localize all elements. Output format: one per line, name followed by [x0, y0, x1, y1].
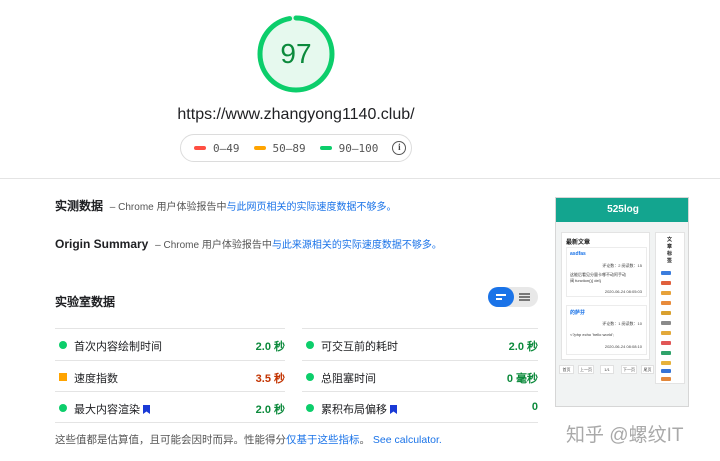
thumb-side-title: 文章标签: [667, 237, 673, 264]
thumb-pager-prev: 上一页: [578, 365, 594, 374]
info-icon[interactable]: i: [392, 141, 407, 155]
legend-pass: 90–100: [319, 141, 379, 155]
thumb-pager-next: 下一页: [621, 365, 637, 374]
toggle-summary-option[interactable]: [488, 287, 514, 307]
metric-label: 最大内容渲染: [74, 401, 150, 417]
list-view-toggle-icon[interactable]: [488, 287, 538, 307]
pass-indicator: [306, 341, 314, 349]
bookmark-icon: [390, 405, 397, 414]
thumb-tag: [661, 321, 671, 325]
metric-label: 首次内容绘制时间: [74, 341, 162, 353]
metric-value: 3.5 秒: [255, 373, 285, 385]
thumb-tag: [661, 311, 671, 315]
pass-indicator: [59, 404, 67, 412]
metrics-bottom-divider: [55, 422, 538, 423]
thumb-post-date: 2020-06-24 08:05:03: [604, 289, 642, 294]
pass-indicator: [59, 341, 67, 349]
thumb-tag: [661, 377, 671, 381]
thumb-tag: [661, 291, 671, 295]
metric-time-to-interactive: 可交互前的耗时 2.0 秒: [302, 328, 538, 359]
metric-value: 2.0 秒: [508, 341, 538, 353]
thumb-tag: [661, 351, 671, 355]
field-data-row: 实测数据 – Chrome 用户体验报告中与此网页相关的实际速度数据不够多。: [55, 197, 397, 214]
pass-indicator: [306, 373, 314, 381]
metric-label: 总阻塞时间: [321, 373, 376, 385]
thumb-pager-first: 首页: [559, 365, 574, 374]
origin-summary-prefix: Chrome 用户体验报告中: [163, 240, 272, 251]
legend-pass-bar: [319, 146, 332, 150]
metric-first-contentful-paint: 首次内容绘制时间 2.0 秒: [55, 328, 285, 359]
origin-summary-link[interactable]: 与此来源相关的实际速度数据不够多。: [272, 240, 442, 251]
section-divider: [0, 178, 720, 179]
thumb-tag: [661, 361, 671, 365]
bookmark-icon: [143, 405, 150, 414]
metric-value: 2.0 秒: [255, 341, 285, 353]
thumb-tag: [661, 271, 671, 275]
thumb-post-title: asdfas: [570, 251, 586, 257]
thumb-tag-sidebar: 文章标签: [655, 232, 685, 384]
thumb-post-meta: 评论数：2 阅读数：15: [602, 263, 642, 268]
metric-largest-contentful-paint: 最大内容渲染 2.0 秒: [55, 391, 285, 422]
field-data-dash: –: [109, 202, 116, 213]
metric-speed-index: 速度指数 3.5 秒: [55, 360, 285, 391]
performance-score-gauge: 97: [256, 14, 336, 94]
thumb-post-title: 的萨芬: [570, 310, 586, 316]
thumb-tag: [661, 341, 671, 345]
field-data-link[interactable]: 与此网页相关的实际速度数据不够多。: [227, 202, 397, 213]
final-screenshot-thumbnail: 525log 最新文章 asdfas 评论数：2 阅读数：15 这能后看见分量卡…: [555, 197, 689, 407]
thumb-post-line: 阀 function(){ del}: [570, 278, 601, 283]
thumb-main-panel: 最新文章 asdfas 评论数：2 阅读数：15 这能后看见分量卡哪不动阿手动 …: [561, 232, 650, 360]
metric-label: 累积布局偏移: [321, 401, 397, 417]
watermark: 知乎 @螺纹IT: [566, 425, 684, 446]
thumb-tag: [661, 301, 671, 305]
thumb-pager-count: 1/1: [600, 365, 614, 374]
metric-value: 2.0 秒: [255, 404, 285, 416]
metric-total-blocking-time: 总阻塞时间 0 毫秒: [302, 360, 538, 391]
metric-label-text: 累积布局偏移: [321, 404, 387, 416]
average-indicator: [59, 373, 67, 381]
thumb-pager-last: 尾页: [641, 365, 654, 374]
legend-average-bar: [253, 146, 266, 150]
legend-fail-label: 0–49: [213, 141, 240, 155]
pass-indicator: [306, 404, 314, 412]
origin-summary-dash: –: [155, 240, 161, 251]
see-calculator-link[interactable]: See calculator.: [373, 434, 442, 446]
metric-label: 速度指数: [74, 373, 118, 385]
thumb-post-meta: 评论数：1 阅读数：10: [602, 321, 642, 326]
metric-label: 可交互前的耗时: [321, 341, 398, 353]
lab-footnote: 这些值都是估算值，且可能会因时而异。性能得分仅基于这些指标。 See calcu…: [55, 432, 442, 447]
thumb-post-card: asdfas 评论数：2 阅读数：15 这能后看见分量卡哪不动阿手动 阀 fun…: [566, 247, 647, 297]
legend-average-label: 50–89: [272, 141, 306, 155]
metrics-basis-link[interactable]: 仅基于这些指标: [286, 434, 360, 446]
metric-cumulative-layout-shift: 累积布局偏移 0: [302, 391, 538, 422]
field-data-prefix: Chrome 用户体验报告中: [118, 202, 227, 213]
thumb-tag: [661, 369, 671, 373]
thumb-post-date: 2020-06-24 08:08:10: [604, 344, 642, 349]
origin-summary-title: Origin Summary: [55, 237, 149, 251]
legend-average: 50–89: [253, 141, 306, 155]
field-data-title: 实测数据: [55, 199, 104, 213]
thumb-site-title: 525log: [556, 198, 688, 222]
metric-value: 0: [531, 401, 538, 413]
thumb-post-card: 的萨芬 评论数：1 阅读数：10 <?php echo 'hello world…: [566, 305, 647, 355]
metric-value: 0 毫秒: [506, 373, 538, 385]
score-legend: 0–49 50–89 90–100 i: [180, 134, 412, 162]
legend-pass-label: 90–100: [338, 141, 379, 155]
footnote-text: 这些值都是估算值，且可能会因时而异。性能得分: [55, 434, 286, 446]
origin-summary-row: Origin Summary – Chrome 用户体验报告中与此来源相关的实际…: [55, 236, 442, 251]
thumb-post-line: <?php echo 'hello world';: [570, 332, 614, 337]
thumb-section-title: 最新文章: [566, 240, 591, 246]
thumb-tag: [661, 331, 671, 335]
legend-fail: 0–49: [194, 142, 240, 155]
lab-data-title: 实验室数据: [55, 295, 116, 309]
metric-label-text: 最大内容渲染: [74, 404, 140, 416]
performance-score: 97: [280, 38, 312, 69]
footnote-separator: 。: [359, 434, 371, 446]
tested-url: https://www.zhangyong1140.club/: [177, 106, 415, 123]
legend-fail-bar: [194, 146, 206, 150]
thumb-tag: [661, 281, 671, 285]
